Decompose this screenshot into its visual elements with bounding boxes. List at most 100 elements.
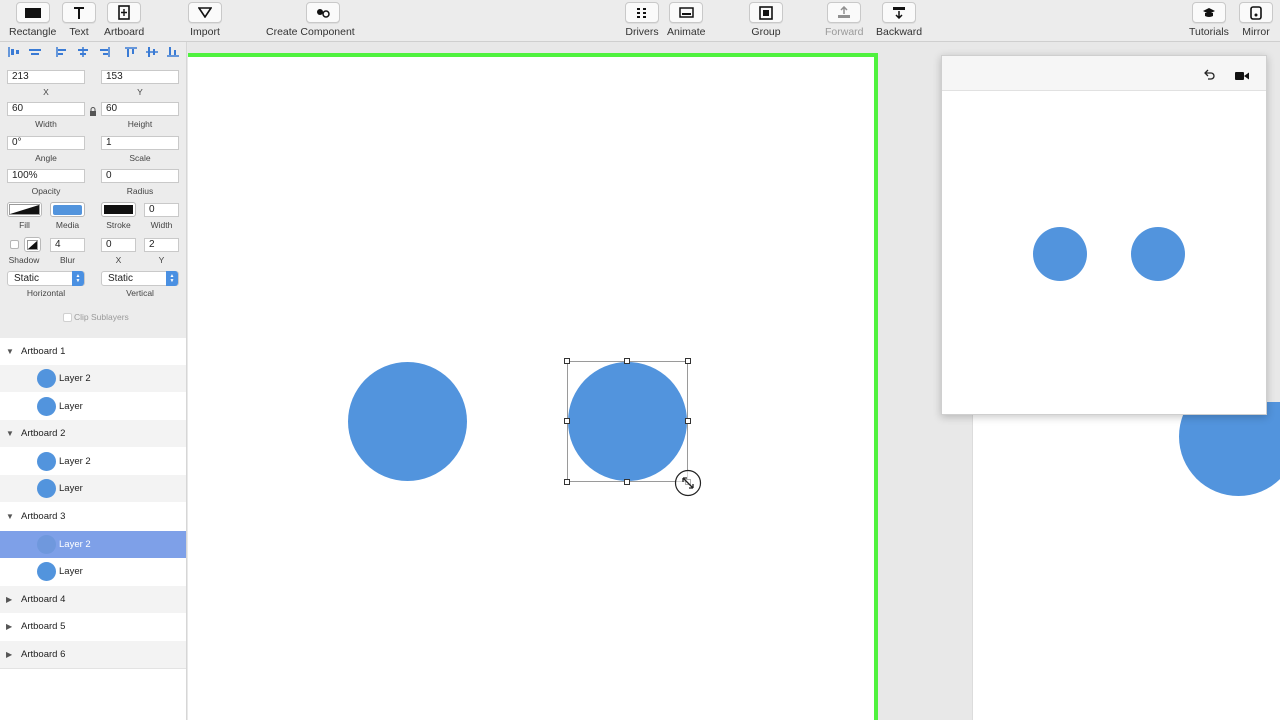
drivers-button[interactable]: Drivers: [625, 2, 659, 40]
text-button[interactable]: Text: [62, 2, 96, 40]
layer-row-artboard-6[interactable]: ▶ Artboard 6: [0, 641, 186, 668]
layer-circle[interactable]: [348, 362, 467, 481]
align-horizontal-right-icon[interactable]: [96, 45, 112, 59]
shadow-checkbox[interactable]: [10, 240, 19, 249]
animate-button[interactable]: Animate: [667, 2, 706, 40]
create-component-button[interactable]: Create Component: [266, 2, 355, 40]
resize-handle-bottom-left[interactable]: [564, 479, 570, 485]
artboard-icon: [107, 2, 142, 23]
shadow-color-swatch[interactable]: [24, 237, 41, 252]
layer-row-artboard-1[interactable]: ▼ Artboard 1: [0, 338, 186, 365]
mirror-icon: [1239, 2, 1273, 23]
angle-field[interactable]: 0°: [7, 136, 85, 150]
layer-row[interactable]: Layer 2: [0, 448, 186, 475]
resize-handle-top-right[interactable]: [685, 358, 691, 364]
import-icon: [188, 2, 222, 23]
undo-icon[interactable]: [1203, 67, 1215, 85]
rectangle-button[interactable]: Rectangle: [9, 2, 56, 40]
disclosure-collapsed-icon[interactable]: ▶: [6, 595, 14, 604]
stroke-swatch[interactable]: [101, 202, 136, 217]
layer-row-selected[interactable]: Layer 2: [0, 531, 186, 558]
height-field[interactable]: 60: [101, 102, 179, 116]
resize-handle-right[interactable]: [685, 418, 691, 424]
layer-row-artboard-5[interactable]: ▶ Artboard 5: [0, 613, 186, 640]
tutorials-button[interactable]: Tutorials: [1189, 2, 1229, 40]
disclosure-collapsed-icon[interactable]: ▶: [6, 622, 14, 631]
align-left-icon[interactable]: [6, 45, 22, 59]
import-button[interactable]: Import: [188, 2, 222, 40]
group-button[interactable]: Group: [749, 2, 783, 40]
preview-layer-circle: [1033, 227, 1087, 281]
layer-row-artboard-3[interactable]: ▼ Artboard 3: [0, 503, 186, 530]
stroke-width-field[interactable]: 0: [144, 203, 179, 217]
y-label: Y: [137, 87, 143, 97]
ellipse-layer-icon: [37, 479, 56, 498]
align-bottom-icon[interactable]: [165, 45, 181, 59]
layer-label: Layer 2: [59, 373, 91, 384]
layer-row-artboard-4[interactable]: ▶ Artboard 4: [0, 586, 186, 613]
resize-handle-bottom[interactable]: [624, 479, 630, 485]
layer-label: Artboard 4: [21, 594, 66, 605]
ellipse-layer-icon: [37, 452, 56, 471]
scale-label: Scale: [129, 153, 151, 163]
component-icon: [306, 2, 341, 23]
disclosure-expanded-icon[interactable]: ▼: [6, 512, 14, 521]
backward-button[interactable]: Backward: [876, 2, 922, 40]
opacity-field[interactable]: 100%: [7, 169, 85, 183]
media-swatch[interactable]: [50, 202, 85, 217]
app-window: Rectangle Text Artboard Import Create Co…: [0, 0, 1280, 720]
media-color-chip: [53, 204, 82, 215]
clip-sublayers-label: Clip Sublayers: [74, 312, 129, 322]
artboard-3[interactable]: [188, 53, 878, 720]
selection-box: [567, 361, 688, 482]
layer-row[interactable]: Layer: [0, 393, 186, 420]
layer-label: Layer: [59, 483, 83, 494]
shadow-x-field[interactable]: 0: [101, 238, 136, 252]
scale-field[interactable]: 1: [101, 136, 179, 150]
clip-sublayers-checkbox[interactable]: [63, 313, 72, 322]
align-horizontal-center-icon[interactable]: [75, 45, 91, 59]
drivers-icon: [625, 2, 659, 23]
vertical-constraint-select[interactable]: Static ▲ ▼: [101, 271, 179, 286]
artboard-4[interactable]: [972, 402, 1280, 720]
layers-divider: [0, 668, 186, 669]
align-horizontal-left-icon[interactable]: [54, 45, 70, 59]
distribute-horizontal-icon[interactable]: [27, 45, 43, 59]
forward-icon: [827, 2, 862, 23]
resize-handle-top-left[interactable]: [564, 358, 570, 364]
animate-icon: [669, 2, 704, 23]
disclosure-expanded-icon[interactable]: ▼: [6, 347, 14, 356]
resize-handle-top[interactable]: [624, 358, 630, 364]
vertical-label: Vertical: [126, 288, 154, 298]
layer-circle[interactable]: [1179, 402, 1280, 496]
layer-label: Artboard 5: [21, 621, 66, 632]
mirror-button[interactable]: Mirror: [1239, 2, 1273, 40]
layer-label: Layer: [59, 401, 83, 412]
layer-row-artboard-2[interactable]: ▼ Artboard 2: [0, 420, 186, 447]
x-field[interactable]: 213: [7, 70, 85, 84]
radius-field[interactable]: 0: [101, 169, 179, 183]
layer-label: Layer: [59, 566, 83, 577]
disclosure-expanded-icon[interactable]: ▼: [6, 429, 14, 438]
fill-swatch[interactable]: [7, 202, 42, 217]
width-field[interactable]: 60: [7, 102, 85, 116]
record-icon[interactable]: [1235, 68, 1249, 86]
stroke-color-chip: [104, 205, 133, 214]
align-vertical-center-icon[interactable]: [144, 45, 160, 59]
layer-row[interactable]: Layer 2: [0, 365, 186, 392]
layer-row[interactable]: Layer: [0, 475, 186, 502]
artboard-button[interactable]: Artboard: [104, 2, 144, 40]
disclosure-collapsed-icon[interactable]: ▶: [6, 650, 14, 659]
width-label: Width: [35, 119, 57, 129]
fill-label: Fill: [19, 220, 30, 230]
tutorials-icon: [1191, 2, 1226, 23]
forward-button[interactable]: Forward: [825, 2, 864, 40]
shadow-y-field[interactable]: 2: [144, 238, 179, 252]
lock-icon[interactable]: [89, 104, 97, 122]
y-field[interactable]: 153: [101, 70, 179, 84]
resize-handle-left[interactable]: [564, 418, 570, 424]
horizontal-constraint-select[interactable]: Static ▲ ▼: [7, 271, 85, 286]
blur-field[interactable]: 4: [50, 238, 85, 252]
layer-row[interactable]: Layer: [0, 558, 186, 585]
align-top-icon[interactable]: [123, 45, 139, 59]
